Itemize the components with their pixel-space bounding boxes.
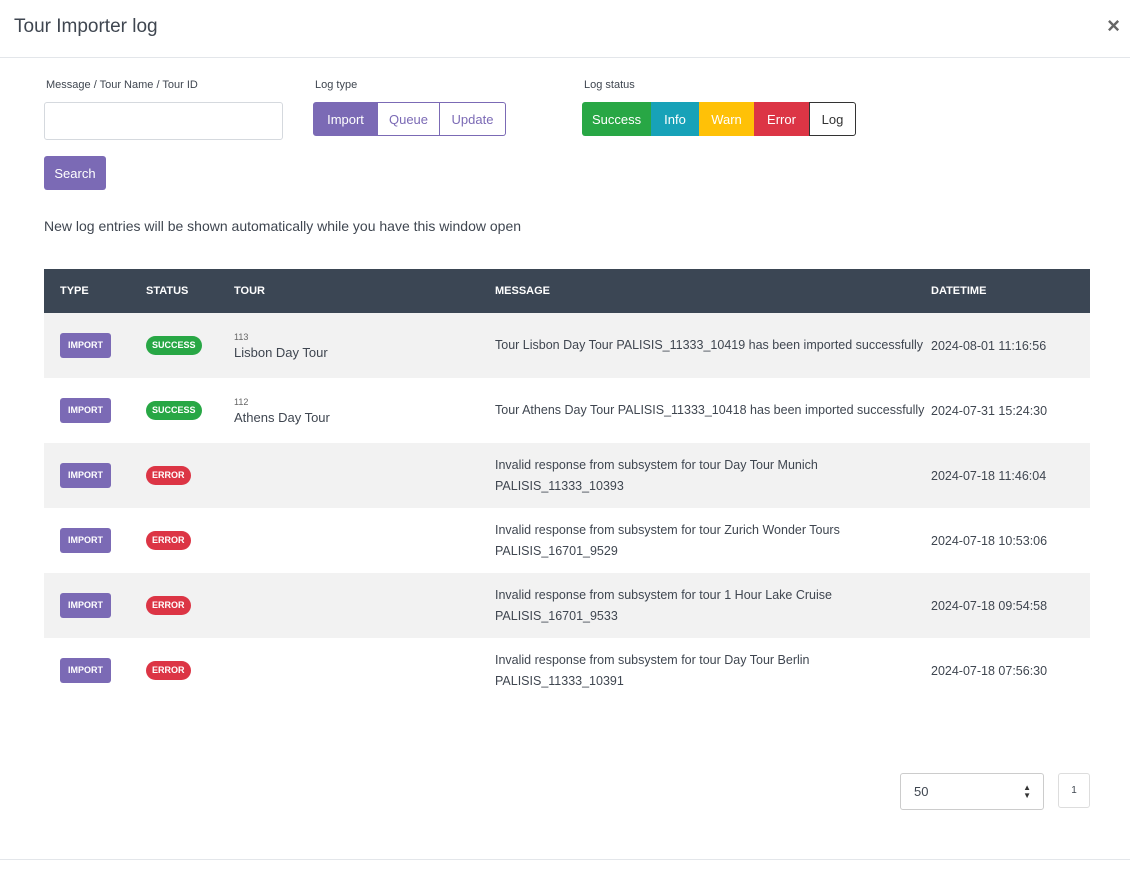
log-datetime: 2024-07-18 09:54:58 xyxy=(931,598,1048,613)
type-badge: IMPORT xyxy=(60,658,111,683)
tour-id: 112 xyxy=(234,396,249,407)
modal-footer-divider xyxy=(0,859,1130,860)
log-type-label: Log type xyxy=(315,79,358,91)
status-badge: SUCCESS xyxy=(146,401,202,420)
per-page-value: 50 xyxy=(914,784,929,799)
log-status-info-button[interactable]: Info xyxy=(651,102,699,136)
type-badge: IMPORT xyxy=(60,333,111,358)
tour-id: 113 xyxy=(234,331,249,342)
modal-title: Tour Importer log xyxy=(14,16,158,37)
header-status: STATUS xyxy=(146,285,189,297)
log-message: Invalid response from subsystem for tour… xyxy=(495,522,840,558)
log-type-group: Import Queue Update xyxy=(313,102,506,136)
log-message: Tour Lisbon Day Tour PALISIS_11333_10419… xyxy=(495,338,924,352)
log-datetime: 2024-07-31 15:24:30 xyxy=(931,403,1048,418)
tour-name: Athens Day Tour xyxy=(234,409,330,425)
log-status-group: Success Info Warn Error Log xyxy=(582,102,856,136)
per-page-select[interactable]: 50 ▲ ▼ xyxy=(900,773,1044,810)
table-row: IMPORT ERROR Invalid response from subsy… xyxy=(44,638,1090,703)
header-datetime: DATETIME xyxy=(931,285,987,297)
header-message: MESSAGE xyxy=(495,284,551,297)
log-status-log-button[interactable]: Log xyxy=(809,102,856,136)
table-row: IMPORT ERROR Invalid response from subsy… xyxy=(44,443,1090,508)
log-type-import-button[interactable]: Import xyxy=(313,102,378,136)
select-arrows-icon: ▲ ▼ xyxy=(1023,783,1031,800)
close-icon[interactable]: × xyxy=(1107,14,1120,38)
status-badge: ERROR xyxy=(146,661,191,680)
log-status-warn-button[interactable]: Warn xyxy=(699,102,754,136)
log-datetime: 2024-07-18 07:56:30 xyxy=(931,663,1048,678)
table-row: IMPORT SUCCESS 113 Lisbon Day Tour Tour L… xyxy=(44,313,1090,378)
status-badge: ERROR xyxy=(146,466,191,485)
tour-name: Lisbon Day Tour xyxy=(234,344,328,360)
log-status-success-button[interactable]: Success xyxy=(582,102,651,136)
modal-header: Tour Importer log × xyxy=(0,0,1130,58)
log-table: TYPE STATUS TOUR MESSAGE DATETIME IMPORT… xyxy=(44,269,1090,703)
log-message: Invalid response from subsystem for tour… xyxy=(495,587,832,623)
log-status-label: Log status xyxy=(584,79,635,91)
status-badge: ERROR xyxy=(146,531,191,550)
header-tour: TOUR xyxy=(234,285,265,297)
search-input[interactable] xyxy=(44,102,283,140)
log-message: Invalid response from subsystem for tour… xyxy=(495,652,810,688)
table-row: IMPORT ERROR Invalid response from subsy… xyxy=(44,508,1090,573)
search-label: Message / Tour Name / Tour ID xyxy=(46,79,198,91)
table-header: TYPE STATUS TOUR MESSAGE DATETIME xyxy=(44,269,1090,313)
type-badge: IMPORT xyxy=(60,528,111,553)
status-badge: SUCCESS xyxy=(146,336,202,355)
log-datetime: 2024-07-18 11:46:04 xyxy=(931,468,1047,483)
type-badge: IMPORT xyxy=(60,463,111,488)
type-badge: IMPORT xyxy=(60,593,111,618)
search-button[interactable]: Search xyxy=(44,156,106,190)
table-row: IMPORT ERROR Invalid response from subsy… xyxy=(44,573,1090,638)
page-number-button[interactable]: 1 xyxy=(1058,773,1090,808)
log-type-update-button[interactable]: Update xyxy=(440,102,506,136)
auto-refresh-note: New log entries will be shown automatica… xyxy=(44,218,522,234)
log-message: Tour Athens Day Tour PALISIS_11333_10418… xyxy=(495,403,925,417)
log-datetime: 2024-08-01 11:16:56 xyxy=(931,338,1047,353)
type-badge: IMPORT xyxy=(60,398,111,423)
log-status-error-button[interactable]: Error xyxy=(754,102,809,136)
log-type-queue-button[interactable]: Queue xyxy=(378,102,440,136)
log-datetime: 2024-07-18 10:53:06 xyxy=(931,533,1048,548)
log-message: Invalid response from subsystem for tour… xyxy=(495,457,818,493)
header-type: TYPE xyxy=(60,285,89,297)
table-row: IMPORT SUCCESS 112 Athens Day Tour Tour A… xyxy=(44,378,1090,443)
status-badge: ERROR xyxy=(146,596,191,615)
